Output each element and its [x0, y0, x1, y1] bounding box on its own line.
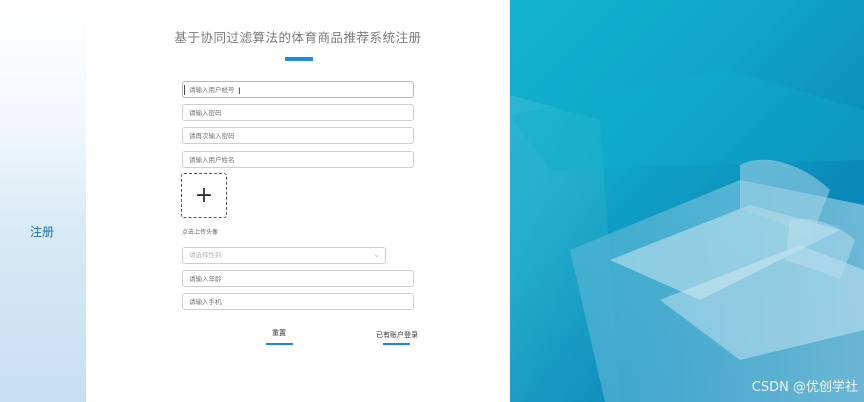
avatar-upload[interactable]: + — [181, 173, 227, 218]
reset-underline — [266, 343, 293, 345]
login-underline — [383, 343, 410, 345]
password-input[interactable] — [182, 104, 414, 121]
title-underline — [285, 57, 313, 61]
laptop-illustration — [510, 70, 864, 402]
register-form: 基于协同过滤算法的体育商品推荐系统注册 I + 点击上传头像 请选择性别 ⌄ 重… — [86, 0, 510, 402]
reset-button[interactable]: 重置 — [272, 328, 286, 338]
login-link[interactable]: 已有账户登录 — [376, 330, 418, 340]
chevron-down-icon: ⌄ — [373, 250, 380, 259]
age-input[interactable] — [182, 270, 414, 287]
confirm-password-input[interactable] — [182, 127, 414, 144]
text-cursor-icon: I — [238, 87, 241, 97]
gender-select[interactable]: 请选择性别 ⌄ — [182, 247, 386, 264]
register-label: 注册 — [30, 225, 55, 239]
page-title: 基于协同过滤算法的体育商品推荐系统注册 — [174, 30, 422, 45]
watermark: CSDN @优创学社 — [751, 380, 858, 395]
username-input[interactable] — [182, 81, 414, 98]
phone-input[interactable] — [182, 293, 414, 310]
text-caret — [184, 85, 185, 95]
gender-select-placeholder: 请选择性别 — [189, 251, 222, 259]
name-input[interactable] — [182, 151, 414, 168]
left-sidebar: 注册 — [0, 0, 86, 402]
hero-image: CSDN @优创学社 — [510, 0, 864, 402]
plus-icon: + — [194, 183, 214, 208]
upload-hint: 点击上传头像 — [182, 229, 219, 236]
